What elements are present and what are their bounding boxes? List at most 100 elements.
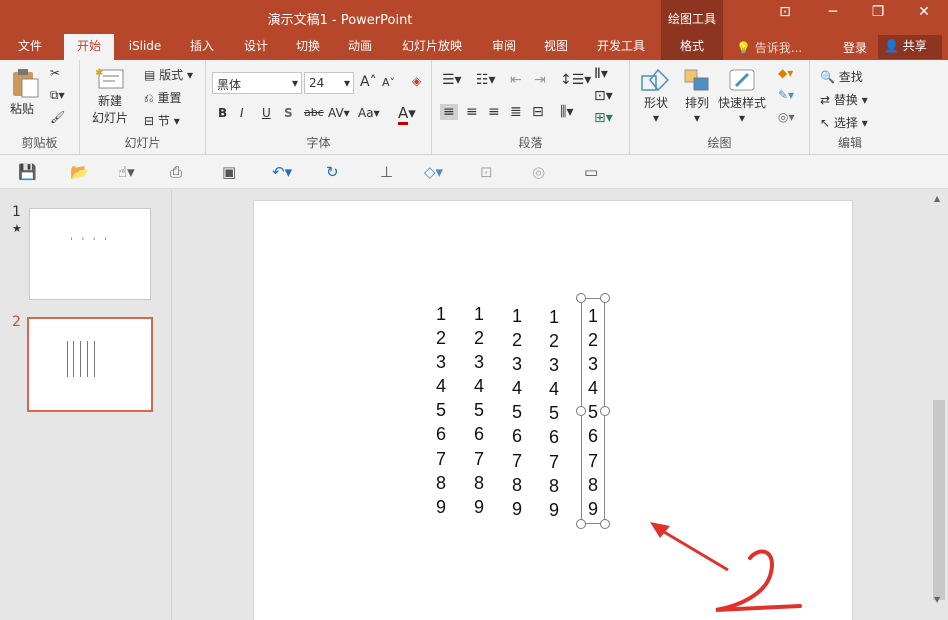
- tab-developer[interactable]: 开发工具: [590, 34, 652, 60]
- tell-me-label: 告诉我...: [754, 41, 803, 55]
- print-preview-icon[interactable]: ⎙: [170, 163, 182, 181]
- bold-button[interactable]: B: [218, 106, 227, 120]
- scrollbar-thumb[interactable]: [933, 400, 945, 600]
- tab-format[interactable]: 格式: [661, 34, 723, 60]
- select-button[interactable]: ↖ 选择 ▾: [820, 114, 868, 131]
- tab-design[interactable]: 设计: [236, 34, 276, 60]
- context-tab-drawing-tools: 绘图工具: [661, 0, 723, 34]
- align-left-icon[interactable]: ≡: [440, 104, 458, 120]
- digit: 2: [512, 330, 523, 351]
- line-spacing-icon[interactable]: ↕☰▾: [560, 72, 591, 88]
- tab-file[interactable]: 文件: [8, 34, 52, 60]
- resize-handle-se[interactable]: [600, 519, 610, 529]
- quick-styles-button[interactable]: 快速样式 ▾: [718, 66, 766, 125]
- align-right-icon[interactable]: ≡: [488, 104, 500, 120]
- group-objects-icon[interactable]: ⊡: [480, 163, 493, 181]
- paste-button[interactable]: 粘贴: [10, 66, 40, 117]
- vertical-scrollbar[interactable]: ▲ ▼: [931, 190, 948, 620]
- number-column-2[interactable]: 1 2 3 4 5 6 7 8 9: [474, 302, 484, 519]
- char-spacing-button[interactable]: AV▾: [328, 106, 350, 120]
- tab-review[interactable]: 审阅: [484, 34, 524, 60]
- decrease-indent-icon[interactable]: ⇤: [510, 72, 522, 88]
- reset-button[interactable]: ⎌ 重置: [144, 89, 181, 106]
- resize-handle-sw[interactable]: [576, 519, 586, 529]
- replace-button[interactable]: ⇄ 替换 ▾: [820, 91, 868, 108]
- find-button[interactable]: 🔍 查找: [820, 68, 863, 85]
- slide-thumbnail-2[interactable]: [27, 317, 153, 412]
- number-column-5[interactable]: 1 2 3 4 5 6 7 8 9: [588, 304, 598, 521]
- clear-format-icon[interactable]: ◈: [412, 74, 421, 88]
- tab-insert[interactable]: 插入: [182, 34, 222, 60]
- login-link[interactable]: 登录: [843, 39, 867, 56]
- bullets-icon[interactable]: ☰▾: [442, 72, 462, 88]
- font-size-combo[interactable]: 24 ▾: [304, 72, 354, 94]
- shape-outline-icon[interactable]: ✎▾: [778, 88, 794, 102]
- minimize-button[interactable]: ─: [820, 4, 846, 28]
- tell-me-search[interactable]: 💡 告诉我...: [736, 39, 802, 56]
- tab-home[interactable]: 开始: [64, 34, 114, 60]
- tab-transitions[interactable]: 切换: [288, 34, 328, 60]
- number-column-1[interactable]: 1 2 3 4 5 6 7 8 9: [436, 302, 446, 519]
- number-column-4[interactable]: 1 2 3 4 5 6 7 8 9: [549, 305, 559, 522]
- slide-thumbnail-1[interactable]: ' ' ' ': [29, 208, 151, 300]
- shape-insert-icon[interactable]: ◇▾: [424, 163, 443, 181]
- digit: 6: [474, 424, 485, 445]
- copy-icon[interactable]: ⧉▾: [50, 88, 65, 103]
- distributed-icon[interactable]: ⊟: [532, 104, 544, 120]
- increase-indent-icon[interactable]: ⇥: [534, 72, 546, 88]
- resize-handle-e[interactable]: [600, 406, 610, 416]
- layout-button[interactable]: ▤ 版式 ▾: [144, 66, 193, 83]
- font-color-button[interactable]: A▾: [398, 104, 416, 125]
- resize-handle-ne[interactable]: [600, 293, 610, 303]
- shape-effects-icon[interactable]: ◎▾: [778, 110, 795, 124]
- align-center-icon[interactable]: ≡: [466, 104, 478, 120]
- cursor-icon: ↖: [820, 116, 831, 130]
- touch-mode-icon[interactable]: ☝▾: [118, 163, 135, 181]
- smartart-icon[interactable]: ⊞▾: [594, 110, 613, 126]
- align-objects-icon[interactable]: ⊥: [380, 163, 393, 181]
- undo-icon[interactable]: ↶▾: [272, 163, 292, 181]
- underline-button[interactable]: U: [262, 106, 271, 120]
- cut-icon[interactable]: ✂: [50, 66, 60, 80]
- arrange-button[interactable]: 排列 ▾: [682, 66, 712, 125]
- grow-font-button[interactable]: A˄: [360, 74, 377, 90]
- open-folder-icon[interactable]: 📂: [70, 163, 89, 181]
- start-slideshow-icon[interactable]: ▣: [222, 163, 236, 181]
- format-painter-icon[interactable]: 🖌: [50, 110, 65, 124]
- shape-fill-icon[interactable]: ◆▾: [778, 66, 793, 80]
- change-case-button[interactable]: Aa▾: [358, 106, 380, 120]
- number-column-3[interactable]: 1 2 3 4 5 6 7 8 9: [512, 304, 522, 521]
- redo-icon[interactable]: ↻: [326, 163, 339, 181]
- numbering-icon[interactable]: ☷▾: [476, 72, 496, 88]
- section-button[interactable]: ⊟ 节 ▾: [144, 112, 180, 129]
- tab-animations[interactable]: 动画: [340, 34, 380, 60]
- tab-slideshow[interactable]: 幻灯片放映: [396, 34, 468, 60]
- shrink-font-button[interactable]: A˅: [382, 76, 395, 89]
- save-icon[interactable]: 💾: [18, 163, 37, 181]
- share-button[interactable]: 👤 共享: [878, 35, 942, 59]
- justify-icon[interactable]: ≣: [510, 104, 522, 120]
- ribbon-display-options-icon[interactable]: ⊡: [772, 4, 798, 28]
- shadow-button[interactable]: S: [284, 106, 293, 120]
- restore-button[interactable]: ❐: [865, 4, 891, 28]
- picture-icon[interactable]: ▭: [584, 163, 598, 181]
- close-button[interactable]: ✕: [911, 4, 937, 28]
- text-direction-icon[interactable]: Ⅱ▾: [594, 66, 608, 82]
- selected-textbox[interactable]: 1 2 3 4 5 6 7 8 9: [576, 293, 610, 529]
- strikethrough-button[interactable]: abc: [304, 106, 324, 119]
- align-text-icon[interactable]: ⊡▾: [594, 88, 613, 104]
- tab-view[interactable]: 视图: [536, 34, 576, 60]
- thumbnail-2-preview: [67, 341, 95, 377]
- scroll-up-icon[interactable]: ▲: [934, 194, 940, 203]
- merge-shapes-icon[interactable]: ◎: [532, 163, 545, 181]
- digit: 8: [512, 474, 523, 495]
- columns-icon[interactable]: ⫼▾: [560, 104, 573, 120]
- shapes-button[interactable]: 形状 ▾: [640, 66, 672, 125]
- scroll-down-icon[interactable]: ▼: [934, 595, 940, 604]
- tab-islide[interactable]: iSlide: [122, 34, 168, 60]
- resize-handle-w[interactable]: [576, 406, 586, 416]
- resize-handle-nw[interactable]: [576, 293, 586, 303]
- font-name-combo[interactable]: 黑体 ▾: [212, 72, 302, 94]
- italic-button[interactable]: I: [240, 106, 244, 120]
- new-slide-button[interactable]: ✱ 新建 幻灯片: [92, 66, 128, 126]
